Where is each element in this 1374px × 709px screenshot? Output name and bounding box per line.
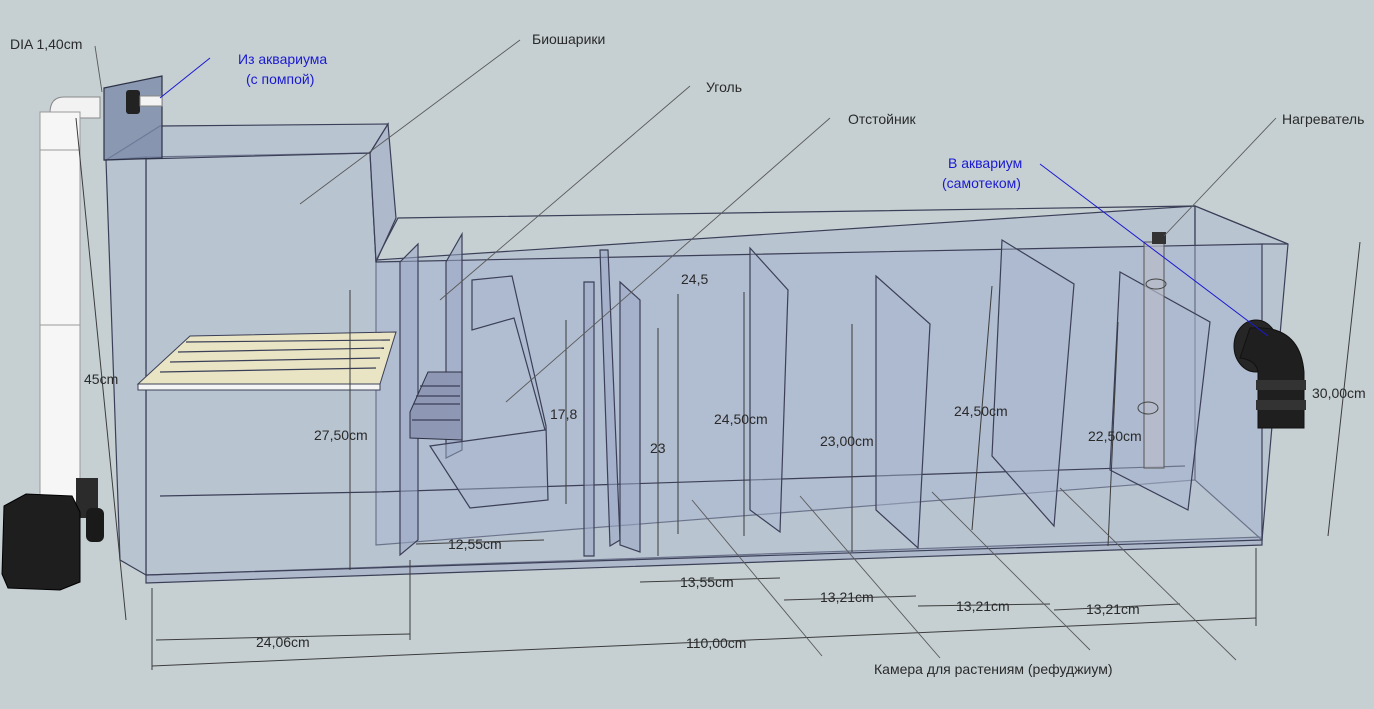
dim-23: 23 [650, 440, 666, 456]
dim-13-21-b: 13,21cm [956, 598, 1010, 614]
dim-24-06: 24,06cm [256, 634, 310, 650]
label-dia: DIA 1,40cm [10, 36, 82, 52]
label-heater: Нагреватель [1282, 111, 1364, 127]
label-to-aquarium-2: (самотеком) [942, 175, 1021, 191]
dim-24-5: 24,5 [681, 271, 708, 287]
label-from-aquarium-1: Из аквариума [238, 51, 327, 67]
label-to-aquarium-1: В аквариум [948, 155, 1022, 171]
inlet-plate [103, 75, 163, 161]
dim-height-right: 30,00cm [1312, 385, 1366, 401]
dim-24-50-b: 24,50cm [954, 403, 1008, 419]
dim-13-21-c: 13,21cm [1086, 601, 1140, 617]
dim-17-8: 17,8 [550, 406, 577, 422]
label-refugium: Камера для растениям (рефуджиум) [874, 661, 1113, 677]
label-from-aquarium-2: (с помпой) [246, 71, 314, 87]
dim-23-00: 23,00cm [820, 433, 874, 449]
tall-compartment-side [105, 156, 147, 577]
label-settler: Отстойник [848, 111, 917, 127]
dim-height-left: 45cm [84, 371, 118, 387]
dim-13-55: 13,55cm [680, 574, 734, 590]
sump-drawing: DIA 1,40cm Из аквариума (с помпой) Биоша… [1, 31, 1366, 677]
sump-diagram: DIA 1,40cm Из аквариума (с помпой) Биоша… [0, 0, 1374, 709]
label-charcoal: Уголь [706, 79, 742, 95]
dim-24-50-a: 24,50cm [714, 411, 768, 427]
dim-13-21-a: 13,21cm [820, 589, 874, 605]
dim-12-55: 12,55cm [448, 536, 502, 552]
dim-22-50: 22,50cm [1088, 428, 1142, 444]
label-bioballs: Биошарики [532, 31, 605, 47]
dim-27-50: 27,50cm [314, 427, 368, 443]
tank-body [103, 75, 1289, 584]
dim-110: 110,00cm [686, 635, 746, 651]
pump [1, 478, 104, 591]
